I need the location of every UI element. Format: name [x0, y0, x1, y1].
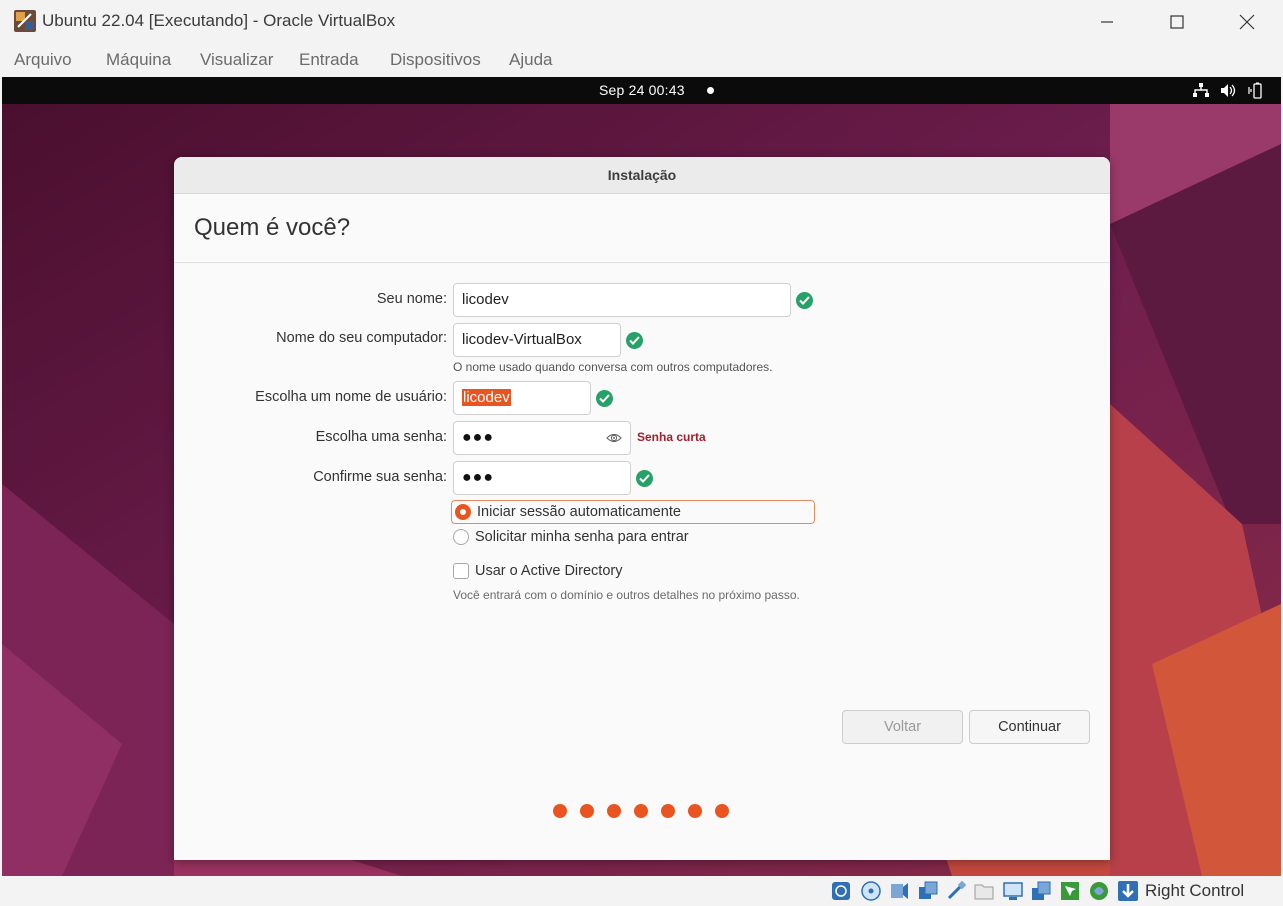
clock[interactable]: Sep 24 00:43	[599, 82, 685, 98]
require-password-label: Solicitar minha senha para entrar	[475, 529, 689, 545]
close-icon	[1239, 14, 1255, 30]
maximize-button[interactable]	[1142, 0, 1212, 44]
auto-login-option[interactable]: Iniciar sessão automaticamente	[451, 500, 815, 524]
active-directory-checkbox[interactable]	[453, 563, 469, 579]
back-button[interactable]: Voltar	[842, 710, 963, 744]
menu-maquina[interactable]: Máquina	[106, 50, 171, 70]
host-key-icon[interactable]	[1117, 880, 1139, 902]
confirm-password-valid-icon	[636, 470, 653, 487]
username-field[interactable]: licodev	[453, 381, 591, 415]
minimize-button[interactable]	[1072, 0, 1142, 44]
name-label: Seu nome:	[376, 291, 447, 307]
installer-dialog: Instalação Quem é você? Seu nome: licode…	[174, 157, 1110, 860]
username-label: Escolha um nome de usuário:	[255, 389, 447, 405]
computer-name-field[interactable]: licodev-VirtualBox	[453, 323, 621, 357]
mouse-integration-icon[interactable]	[1059, 880, 1081, 902]
name-valid-icon	[796, 292, 813, 309]
recording-icon[interactable]	[1030, 880, 1052, 902]
continue-button[interactable]: Continuar	[969, 710, 1090, 744]
vm-statusbar: Right Control	[0, 876, 1283, 906]
active-directory-label: Usar o Active Directory	[475, 563, 623, 579]
menu-entrada[interactable]: Entrada	[299, 50, 359, 70]
header-divider	[174, 262, 1110, 263]
menu-arquivo[interactable]: Arquivo	[14, 50, 72, 70]
window-title: Ubuntu 22.04 [Executando] - Oracle Virtu…	[42, 11, 396, 30]
shared-folders-icon[interactable]	[973, 880, 995, 902]
volume-icon[interactable]	[1219, 82, 1237, 99]
progress-dot	[607, 804, 621, 818]
optical-drive-icon[interactable]	[860, 880, 882, 902]
require-password-radio[interactable]	[453, 529, 469, 545]
install-progress-dots	[553, 804, 729, 818]
password-mask: ●●●	[462, 429, 494, 446]
password-strength: Senha curta	[637, 430, 706, 444]
progress-dot	[661, 804, 675, 818]
gnome-top-bar: Sep 24 00:43	[2, 77, 1281, 104]
audio-icon[interactable]	[888, 880, 910, 902]
hard-disk-icon[interactable]	[830, 880, 852, 902]
network-icon[interactable]	[1192, 82, 1210, 99]
page-title: Quem é você?	[194, 214, 351, 241]
virtualbox-app-icon	[14, 10, 36, 32]
close-button[interactable]	[1212, 0, 1282, 44]
battery-icon[interactable]	[1248, 82, 1266, 99]
computer-name-hint: O nome usado quando conversa com outros …	[453, 360, 773, 374]
username-valid-icon	[596, 390, 613, 407]
minimize-icon	[1101, 21, 1113, 23]
name-field[interactable]: licodev	[453, 283, 791, 317]
confirm-password-mask: ●●●	[462, 469, 494, 486]
username-selected-text: licodev	[462, 389, 511, 406]
progress-dot	[715, 804, 729, 818]
progress-dot	[580, 804, 594, 818]
require-password-option[interactable]: Solicitar minha senha para entrar	[453, 525, 689, 549]
dialog-header: Instalação	[174, 157, 1110, 194]
progress-dot	[553, 804, 567, 818]
active-directory-option[interactable]: Usar o Active Directory	[453, 559, 622, 583]
active-directory-hint: Você entrará com o domínio e outros deta…	[453, 588, 800, 602]
display-icon[interactable]	[1002, 880, 1024, 902]
dialog-title: Instalação	[607, 167, 677, 183]
password-label: Escolha uma senha:	[315, 429, 447, 445]
computer-name-valid-icon	[626, 332, 643, 349]
window-titlebar: Ubuntu 22.04 [Executando] - Oracle Virtu…	[0, 0, 1283, 44]
confirm-password-field[interactable]: ●●●	[453, 461, 631, 495]
password-field[interactable]: ●●●	[453, 421, 631, 455]
host-key-label: Right Control	[1145, 881, 1245, 900]
network-adapter-icon[interactable]	[917, 880, 939, 902]
computer-name-label: Nome do seu computador:	[276, 330, 447, 346]
notification-dot	[707, 87, 714, 94]
guest-additions-icon[interactable]	[1088, 880, 1110, 902]
auto-login-radio[interactable]	[455, 504, 471, 520]
menu-visualizar[interactable]: Visualizar	[200, 50, 273, 70]
guest-display[interactable]: Sep 24 00:43 Instalação Quem é você? Seu…	[2, 77, 1281, 876]
maximize-icon	[1170, 15, 1184, 29]
show-password-icon[interactable]	[606, 431, 622, 445]
auto-login-label: Iniciar sessão automaticamente	[477, 504, 681, 520]
progress-dot	[688, 804, 702, 818]
menu-dispositivos[interactable]: Dispositivos	[390, 50, 481, 70]
progress-dot	[634, 804, 648, 818]
usb-icon[interactable]	[945, 880, 967, 902]
menu-ajuda[interactable]: Ajuda	[509, 50, 552, 70]
menubar: Arquivo Máquina Visualizar Entrada Dispo…	[0, 44, 1283, 77]
confirm-password-label: Confirme sua senha:	[313, 469, 447, 485]
